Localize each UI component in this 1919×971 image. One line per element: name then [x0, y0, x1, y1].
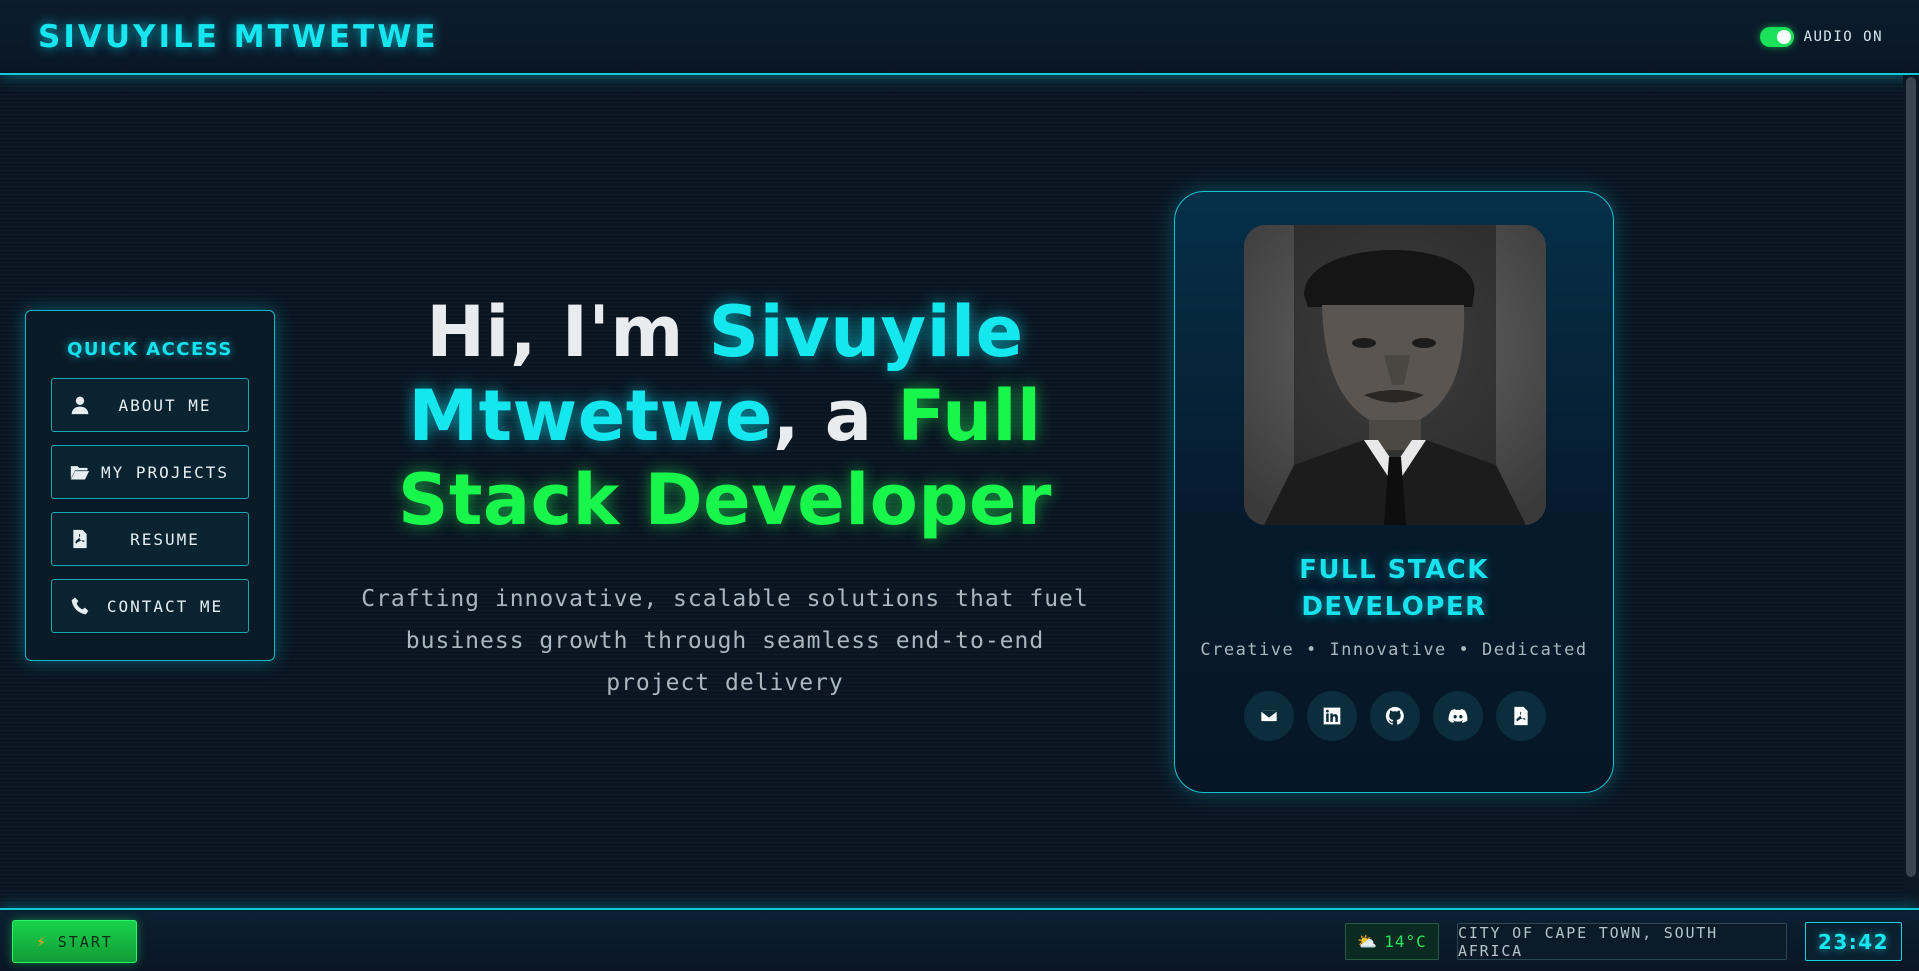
top-header: SIVUYILE MTWETWE AUDIO ON	[0, 0, 1919, 75]
quick-access-panel: QUICK ACCESS ABOUT ME MY PROJECTS RESUME…	[25, 310, 275, 661]
github-link[interactable]	[1370, 691, 1420, 741]
discord-icon	[1448, 709, 1468, 723]
resume-label: RESUME	[130, 529, 200, 549]
hero-greeting: Hi, I'm	[426, 291, 709, 373]
pdf-file-icon	[1514, 706, 1528, 726]
bottom-taskbar: ⚡ START ⛅ 14°C CITY OF CAPE TOWN, SOUTH …	[0, 908, 1919, 971]
email-link[interactable]	[1244, 691, 1294, 741]
profile-role: FULL STACK DEVELOPER	[1175, 552, 1613, 626]
my-projects-label: MY PROJECTS	[101, 462, 229, 482]
my-projects-button[interactable]: MY PROJECTS	[51, 445, 249, 499]
linkedin-icon	[1323, 707, 1341, 725]
audio-toggle[interactable]	[1759, 26, 1794, 47]
clock-display: 23:42	[1805, 922, 1902, 961]
profile-photo	[1244, 225, 1546, 525]
github-icon	[1385, 706, 1404, 725]
hero-subtitle: Crafting innovative, scalable solutions …	[361, 586, 1089, 696]
hero-section: Hi, I'm Sivuyile Mtwetwe, a Full Stack D…	[345, 290, 1105, 704]
profile-role-line1: FULL STACK	[1299, 555, 1489, 585]
page-scrollbar[interactable]	[1903, 75, 1919, 908]
scrollbar-thumb[interactable]	[1906, 77, 1916, 877]
email-icon	[1260, 709, 1278, 723]
audio-label: AUDIO ON	[1803, 28, 1883, 45]
temperature-value: 14°C	[1384, 932, 1427, 951]
hero-connector: , a	[772, 375, 898, 457]
location-label: CITY OF CAPE TOWN, SOUTH AFRICA	[1457, 923, 1787, 960]
start-label: START	[57, 932, 113, 951]
profile-role-line2: DEVELOPER	[1301, 592, 1487, 622]
contact-me-button[interactable]: CONTACT ME	[51, 579, 249, 633]
profile-card: FULL STACK DEVELOPER Creative • Innovati…	[1174, 191, 1614, 793]
social-links	[1244, 691, 1546, 741]
about-me-label: ABOUT ME	[118, 395, 212, 415]
about-me-button[interactable]: ABOUT ME	[51, 378, 249, 432]
start-button[interactable]: ⚡ START	[12, 920, 137, 963]
profile-tags: Creative • Innovative • Dedicated	[1200, 640, 1588, 660]
discord-link[interactable]	[1433, 691, 1483, 741]
partly-cloudy-icon: ⛅	[1357, 932, 1378, 951]
resume-pdf-link[interactable]	[1496, 691, 1546, 741]
weather-widget[interactable]: ⛅ 14°C	[1345, 923, 1439, 960]
brand-title[interactable]: SIVUYILE MTWETWE	[38, 19, 439, 55]
lightning-icon: ⚡	[36, 932, 46, 951]
hero-heading: Hi, I'm Sivuyile Mtwetwe, a Full Stack D…	[345, 290, 1105, 542]
linkedin-link[interactable]	[1307, 691, 1357, 741]
quick-access-title: QUICK ACCESS	[67, 339, 233, 360]
contact-me-label: CONTACT ME	[106, 596, 224, 616]
resume-button[interactable]: RESUME	[51, 512, 249, 566]
audio-control[interactable]: AUDIO ON	[1759, 26, 1883, 47]
